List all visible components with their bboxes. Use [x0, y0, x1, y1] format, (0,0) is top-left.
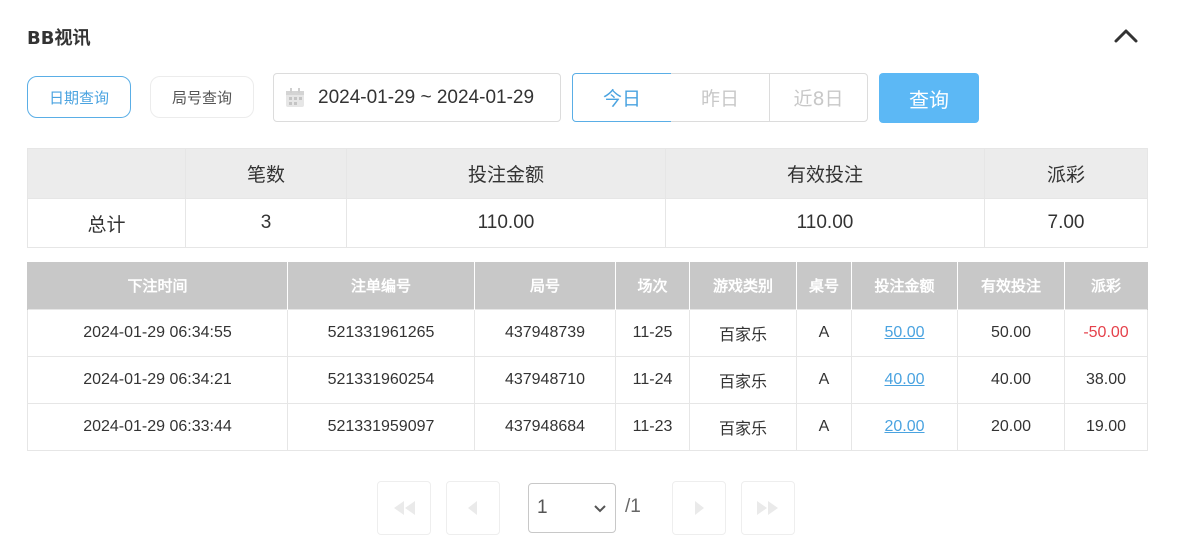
page-select-value: 1	[537, 497, 548, 518]
summary-total-label: 总计	[27, 198, 186, 248]
round-query-tab[interactable]: 局号查询	[150, 76, 254, 118]
summary-table: 笔数 投注金额 有效投注 派彩 总计 3 110.00 110.00 7.00	[27, 148, 1148, 248]
round-no: 437948739	[474, 308, 616, 357]
bet-time: 2024-01-29 06:34:55	[27, 308, 288, 357]
bet-id: 521331960254	[287, 355, 475, 404]
summary-header-payout: 派彩	[984, 148, 1148, 199]
first-page-button[interactable]	[377, 481, 431, 535]
prev-page-button[interactable]	[446, 481, 500, 535]
bet-time: 2024-01-29 06:34:21	[27, 355, 288, 404]
table-no: A	[796, 308, 852, 357]
bet-amount-cell: 50.00	[851, 308, 958, 357]
header-payout: 派彩	[1064, 262, 1148, 309]
summary-header-empty	[27, 148, 186, 199]
round-no: 437948710	[474, 355, 616, 404]
chevron-right-icon	[695, 501, 704, 515]
page-total: /1	[625, 496, 641, 517]
date-query-tab[interactable]: 日期查询	[27, 76, 131, 118]
valid-bet: 40.00	[957, 355, 1065, 404]
detail-header-row: 下注时间 注单编号 局号 场次 游戏类别 桌号 投注金额 有效投注 派彩	[27, 262, 1148, 309]
double-chevron-right-icon	[757, 501, 778, 515]
date-range-input[interactable]: 2024-01-29 ~ 2024-01-29	[273, 73, 561, 122]
search-button[interactable]: 查询	[879, 73, 979, 123]
game-type: 百家乐	[689, 308, 797, 357]
header-bet-time: 下注时间	[27, 262, 288, 309]
chevron-down-icon	[594, 505, 606, 513]
bet-id: 521331959097	[287, 402, 475, 451]
payout: 38.00	[1064, 355, 1148, 404]
header-bet-id: 注单编号	[287, 262, 475, 309]
bet-id: 521331961265	[287, 308, 475, 357]
header-game-type: 游戏类别	[689, 262, 797, 309]
date-range-value: 2024-01-29 ~ 2024-01-29	[318, 86, 535, 108]
chevron-left-icon	[468, 501, 477, 515]
bet-amount-link[interactable]: 40.00	[884, 371, 924, 388]
bet-amount-link[interactable]: 50.00	[884, 324, 924, 341]
summary-total-row: 总计 3 110.00 110.00 7.00	[27, 198, 1148, 248]
summary-valid: 110.00	[665, 198, 985, 248]
table-row: 2024-01-29 06:34:21 521331960254 4379487…	[27, 355, 1148, 404]
header-session: 场次	[615, 262, 690, 309]
game-type: 百家乐	[689, 402, 797, 451]
bet-time: 2024-01-29 06:33:44	[27, 402, 288, 451]
summary-header-row: 笔数 投注金额 有效投注 派彩	[27, 148, 1148, 199]
table-row: 2024-01-29 06:33:44 521331959097 4379486…	[27, 402, 1148, 451]
header-bet-amount: 投注金额	[851, 262, 958, 309]
payout: 19.00	[1064, 402, 1148, 451]
session-no: 11-24	[615, 355, 690, 404]
bet-amount-cell: 40.00	[851, 355, 958, 404]
double-chevron-left-icon	[394, 501, 415, 515]
summary-payout: 7.00	[984, 198, 1148, 248]
summary-count: 3	[185, 198, 347, 248]
header-valid-bet: 有效投注	[957, 262, 1065, 309]
valid-bet: 20.00	[957, 402, 1065, 451]
header-table-no: 桌号	[796, 262, 852, 309]
last-8-days-button[interactable]: 近8日	[769, 73, 868, 122]
last-page-button[interactable]	[741, 481, 795, 535]
collapse-button[interactable]	[1108, 22, 1144, 48]
session-no: 11-23	[615, 402, 690, 451]
calendar-icon	[286, 87, 304, 107]
bet-amount-link[interactable]: 20.00	[884, 418, 924, 435]
table-no: A	[796, 402, 852, 451]
valid-bet: 50.00	[957, 308, 1065, 357]
summary-header-bet: 投注金额	[346, 148, 666, 199]
game-type: 百家乐	[689, 355, 797, 404]
bet-amount-cell: 20.00	[851, 402, 958, 451]
summary-header-valid: 有效投注	[665, 148, 985, 199]
summary-bet: 110.00	[346, 198, 666, 248]
page-select[interactable]: 1	[528, 483, 616, 533]
page-title: BB视讯	[27, 28, 91, 49]
next-page-button[interactable]	[672, 481, 726, 535]
chevron-up-icon	[1114, 29, 1138, 43]
payout: -50.00	[1064, 308, 1148, 357]
today-button[interactable]: 今日	[572, 73, 672, 122]
round-no: 437948684	[474, 402, 616, 451]
table-row: 2024-01-29 06:34:55 521331961265 4379487…	[27, 308, 1148, 357]
session-no: 11-25	[615, 308, 690, 357]
yesterday-button[interactable]: 昨日	[671, 73, 770, 122]
table-no: A	[796, 355, 852, 404]
bet-detail-table: 下注时间 注单编号 局号 场次 游戏类别 桌号 投注金额 有效投注 派彩 202…	[27, 262, 1148, 451]
summary-header-count: 笔数	[185, 148, 347, 199]
header-round: 局号	[474, 262, 616, 309]
